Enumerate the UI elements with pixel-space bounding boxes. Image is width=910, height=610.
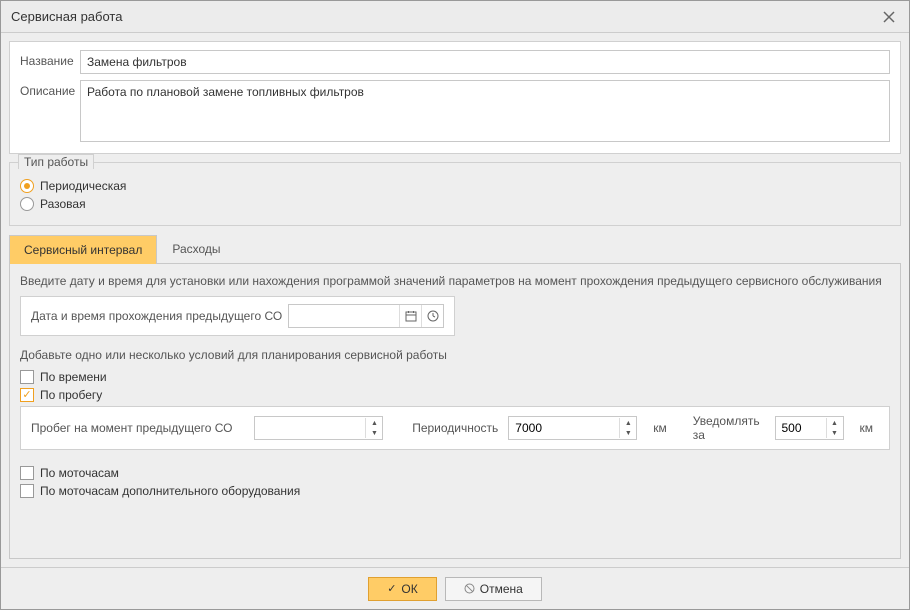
cancel-button[interactable]: Отмена [445,577,542,601]
checkbox-by-mileage-label: По пробегу [40,388,102,402]
dialog: Сервисная работа Название Описание Тип р… [0,0,910,610]
notify-input[interactable] [776,417,826,439]
radio-single[interactable]: Разовая [20,197,890,211]
radio-single-label: Разовая [40,197,86,211]
spin-up-button[interactable]: ▲ [827,418,843,428]
tab-body-interval: Введите дату и время для установки или н… [9,264,901,559]
datetime-label: Дата и время прохождения предыдущего СО [31,309,282,323]
periodicity-input[interactable] [509,417,619,439]
tab-expenses[interactable]: Расходы [157,234,235,263]
radio-periodic-label: Периодическая [40,179,126,193]
calendar-icon [405,310,417,322]
tabstrip: Сервисный интервал Расходы [9,234,901,264]
footer: ✓ ОК Отмена [1,567,909,609]
mileage-prev-spinner: ▲ ▼ [254,416,383,440]
unit-km-2: км [860,421,874,435]
checkbox-by-time-label: По времени [40,370,107,384]
dialog-title: Сервисная работа [11,9,879,24]
ok-button-label: ОК [401,582,417,596]
checkbox-icon [20,370,34,384]
periodicity-spinner: ▲ ▼ [508,416,637,440]
name-label: Название [20,50,80,68]
close-icon [883,11,895,23]
clock-button[interactable] [421,305,443,327]
radio-periodic[interactable]: Периодическая [20,179,890,193]
checkbox-icon [20,484,34,498]
hint-conditions: Добавьте одно или несколько условий для … [20,348,890,362]
checkbox-by-hours-label: По моточасам [40,466,119,480]
work-type-fieldset: Тип работы Периодическая Разовая [9,162,901,226]
basic-info-panel: Название Описание [9,41,901,154]
hint-datetime: Введите дату и время для установки или н… [20,274,890,288]
notify-label: Уведомлять за [693,414,765,442]
name-input[interactable] [80,50,890,74]
periodicity-label: Периодичность [412,421,498,435]
checkbox-icon [20,466,34,480]
mileage-prev-label: Пробег на момент предыдущего СО [31,421,244,435]
spin-up-button[interactable]: ▲ [366,418,382,428]
spin-down-button[interactable]: ▼ [366,428,382,438]
cancel-button-label: Отмена [480,582,523,596]
tab-service-interval[interactable]: Сервисный интервал [9,235,157,264]
checkbox-by-mileage[interactable]: По пробегу [20,388,890,402]
mileage-prev-input[interactable] [255,417,365,439]
checkbox-by-hours[interactable]: По моточасам [20,466,890,480]
description-input[interactable] [80,80,890,142]
ok-button[interactable]: ✓ ОК [368,577,437,601]
check-icon: ✓ [387,582,396,595]
datetime-input[interactable] [289,305,399,327]
clock-icon [427,310,439,322]
cancel-icon [464,583,475,594]
description-label: Описание [20,80,80,98]
radio-icon [20,197,34,211]
mileage-params-row: Пробег на момент предыдущего СО ▲ ▼ Пери… [20,406,890,450]
notify-spinner: ▲ ▼ [775,416,844,440]
spin-down-button[interactable]: ▼ [827,428,843,438]
titlebar: Сервисная работа [1,1,909,33]
spin-down-button[interactable]: ▼ [620,428,636,438]
checkbox-by-time[interactable]: По времени [20,370,890,384]
checkbox-by-hours-extra[interactable]: По моточасам дополнительного оборудовани… [20,484,890,498]
checkbox-by-hours-extra-label: По моточасам дополнительного оборудовани… [40,484,300,498]
datetime-input-wrap [288,304,444,328]
calendar-button[interactable] [399,305,421,327]
spin-up-button[interactable]: ▲ [620,418,636,428]
work-type-legend: Тип работы [18,154,94,169]
radio-icon [20,179,34,193]
checkbox-icon [20,388,34,402]
unit-km: км [653,421,667,435]
close-button[interactable] [879,7,899,27]
